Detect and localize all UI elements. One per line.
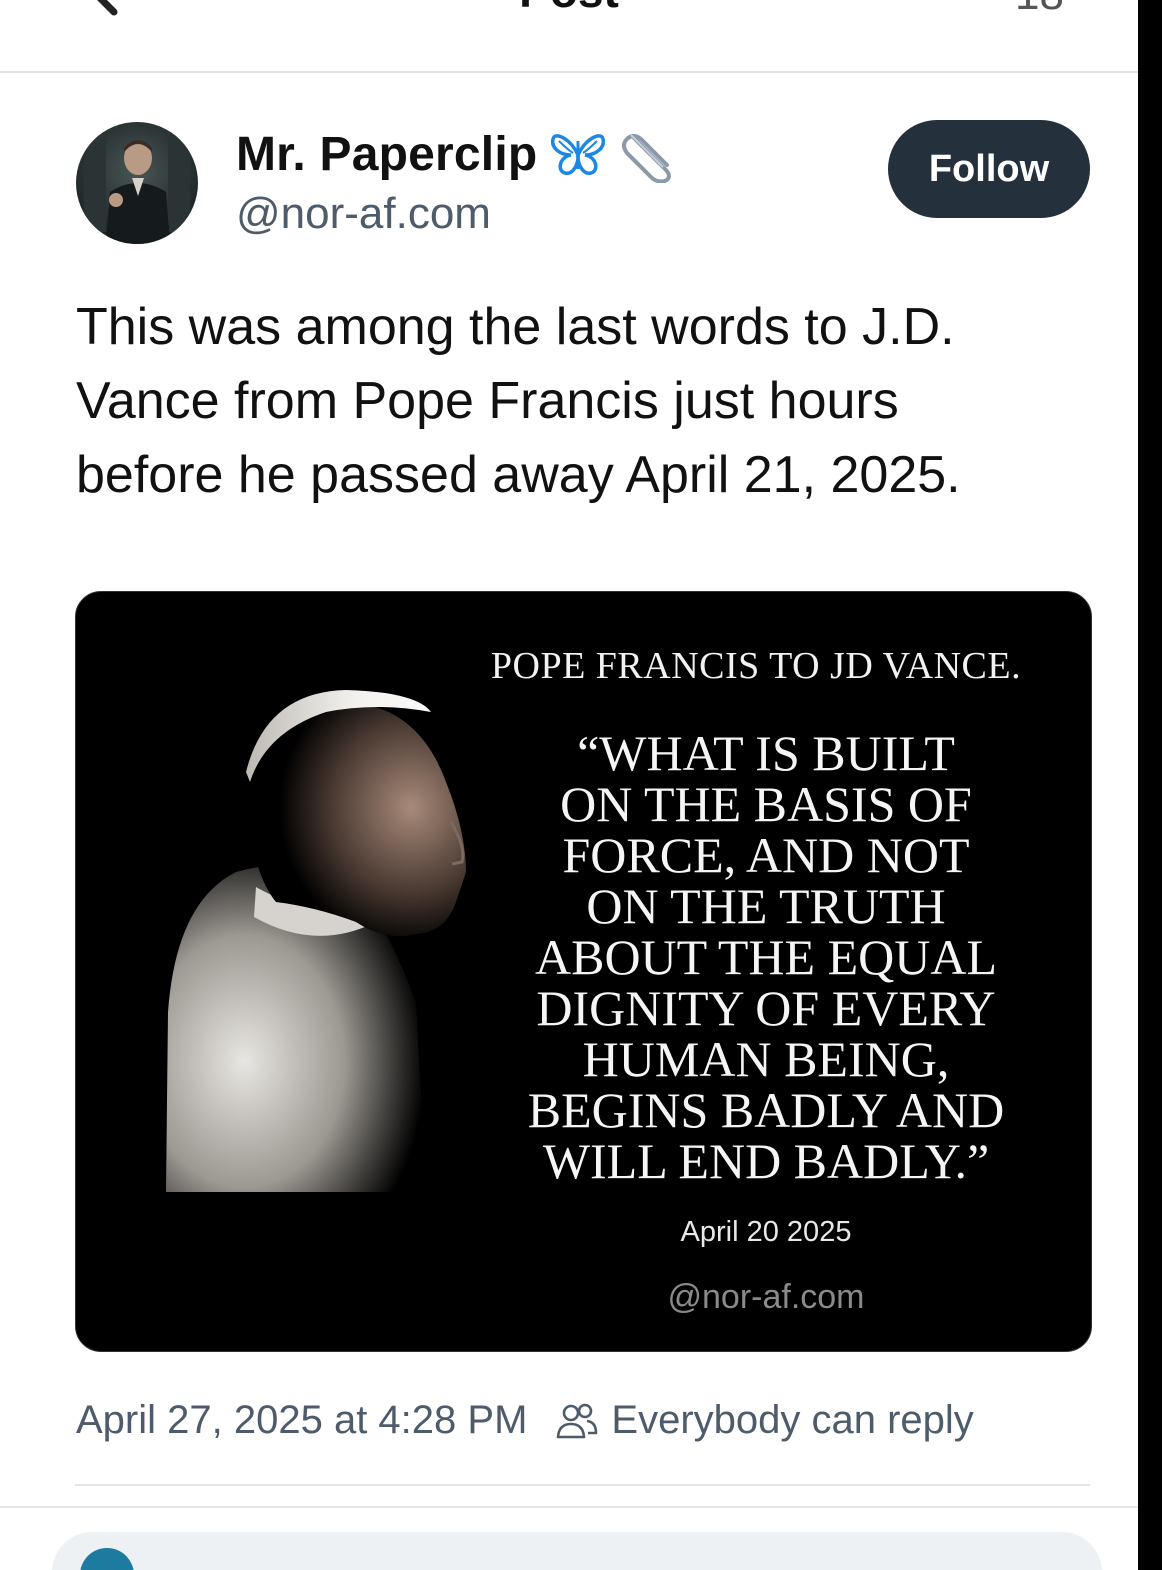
author-name-row: Mr. Paperclip bbox=[236, 122, 677, 186]
quote-line: ON THE TRUTH bbox=[586, 878, 946, 934]
quote-line: ON THE BASIS OF bbox=[560, 776, 972, 832]
divider bbox=[0, 1506, 1138, 1508]
image-date: April 20 2025 bbox=[680, 1216, 852, 1248]
image-content: POPE FRANCIS TO JD VANCE. “WHAT IS BUILT… bbox=[76, 592, 1091, 1351]
quote-line: BEGINS BADLY AND bbox=[527, 1082, 1005, 1138]
post-text-line: Vance from Pope Francis just hours bbox=[76, 372, 899, 430]
follow-button[interactable]: Follow bbox=[888, 120, 1090, 218]
people-icon bbox=[557, 1403, 598, 1438]
post-meta: April 27, 2025 at 4:28 PM Everybody can … bbox=[76, 1398, 974, 1443]
reply-setting[interactable]: Everybody can reply bbox=[611, 1398, 973, 1443]
divider bbox=[75, 1484, 1090, 1486]
post-text: This was among the last words to J.D. Va… bbox=[76, 290, 1086, 512]
paperclip-icon bbox=[619, 125, 677, 184]
quote-line: “WHAT IS BUILT bbox=[577, 725, 955, 781]
post-text-line: This was among the last words to J.D. bbox=[76, 298, 955, 356]
post-screen: Post 18 Mr. Paperclip bbox=[0, 0, 1138, 1570]
header-right-text[interactable]: 18 bbox=[1015, 0, 1064, 20]
author-handle[interactable]: @nor-af.com bbox=[236, 189, 491, 239]
post-image[interactable]: POPE FRANCIS TO JD VANCE. “WHAT IS BUILT… bbox=[75, 591, 1092, 1352]
author-name[interactable]: Mr. Paperclip bbox=[236, 127, 537, 182]
quote-line: FORCE, AND NOT bbox=[562, 827, 970, 883]
page-title: Post bbox=[0, 0, 1138, 18]
quote-line: DIGNITY OF EVERY bbox=[536, 980, 996, 1036]
author-avatar[interactable] bbox=[76, 122, 198, 244]
post-text-line: before he passed away April 21, 2025. bbox=[76, 446, 961, 504]
pope-portrait bbox=[166, 690, 466, 1192]
image-heading: POPE FRANCIS TO JD VANCE. bbox=[490, 645, 1022, 687]
top-bar: Post 18 bbox=[0, 0, 1138, 73]
quote-line: ABOUT THE EQUAL bbox=[534, 929, 997, 985]
reply-composer[interactable] bbox=[52, 1532, 1102, 1570]
butterfly-icon bbox=[549, 125, 607, 183]
quote-line: WILL END BADLY.” bbox=[542, 1133, 990, 1189]
post-timestamp: April 27, 2025 at 4:28 PM bbox=[76, 1398, 528, 1442]
image-quote: “WHAT IS BUILT ON THE BASIS OF FORCE, AN… bbox=[496, 728, 1036, 1187]
quote-line: HUMAN BEING, bbox=[582, 1031, 950, 1087]
avatar-image bbox=[76, 122, 198, 244]
composer-avatar bbox=[80, 1548, 134, 1570]
image-watermark: @nor-af.com bbox=[667, 1278, 865, 1316]
